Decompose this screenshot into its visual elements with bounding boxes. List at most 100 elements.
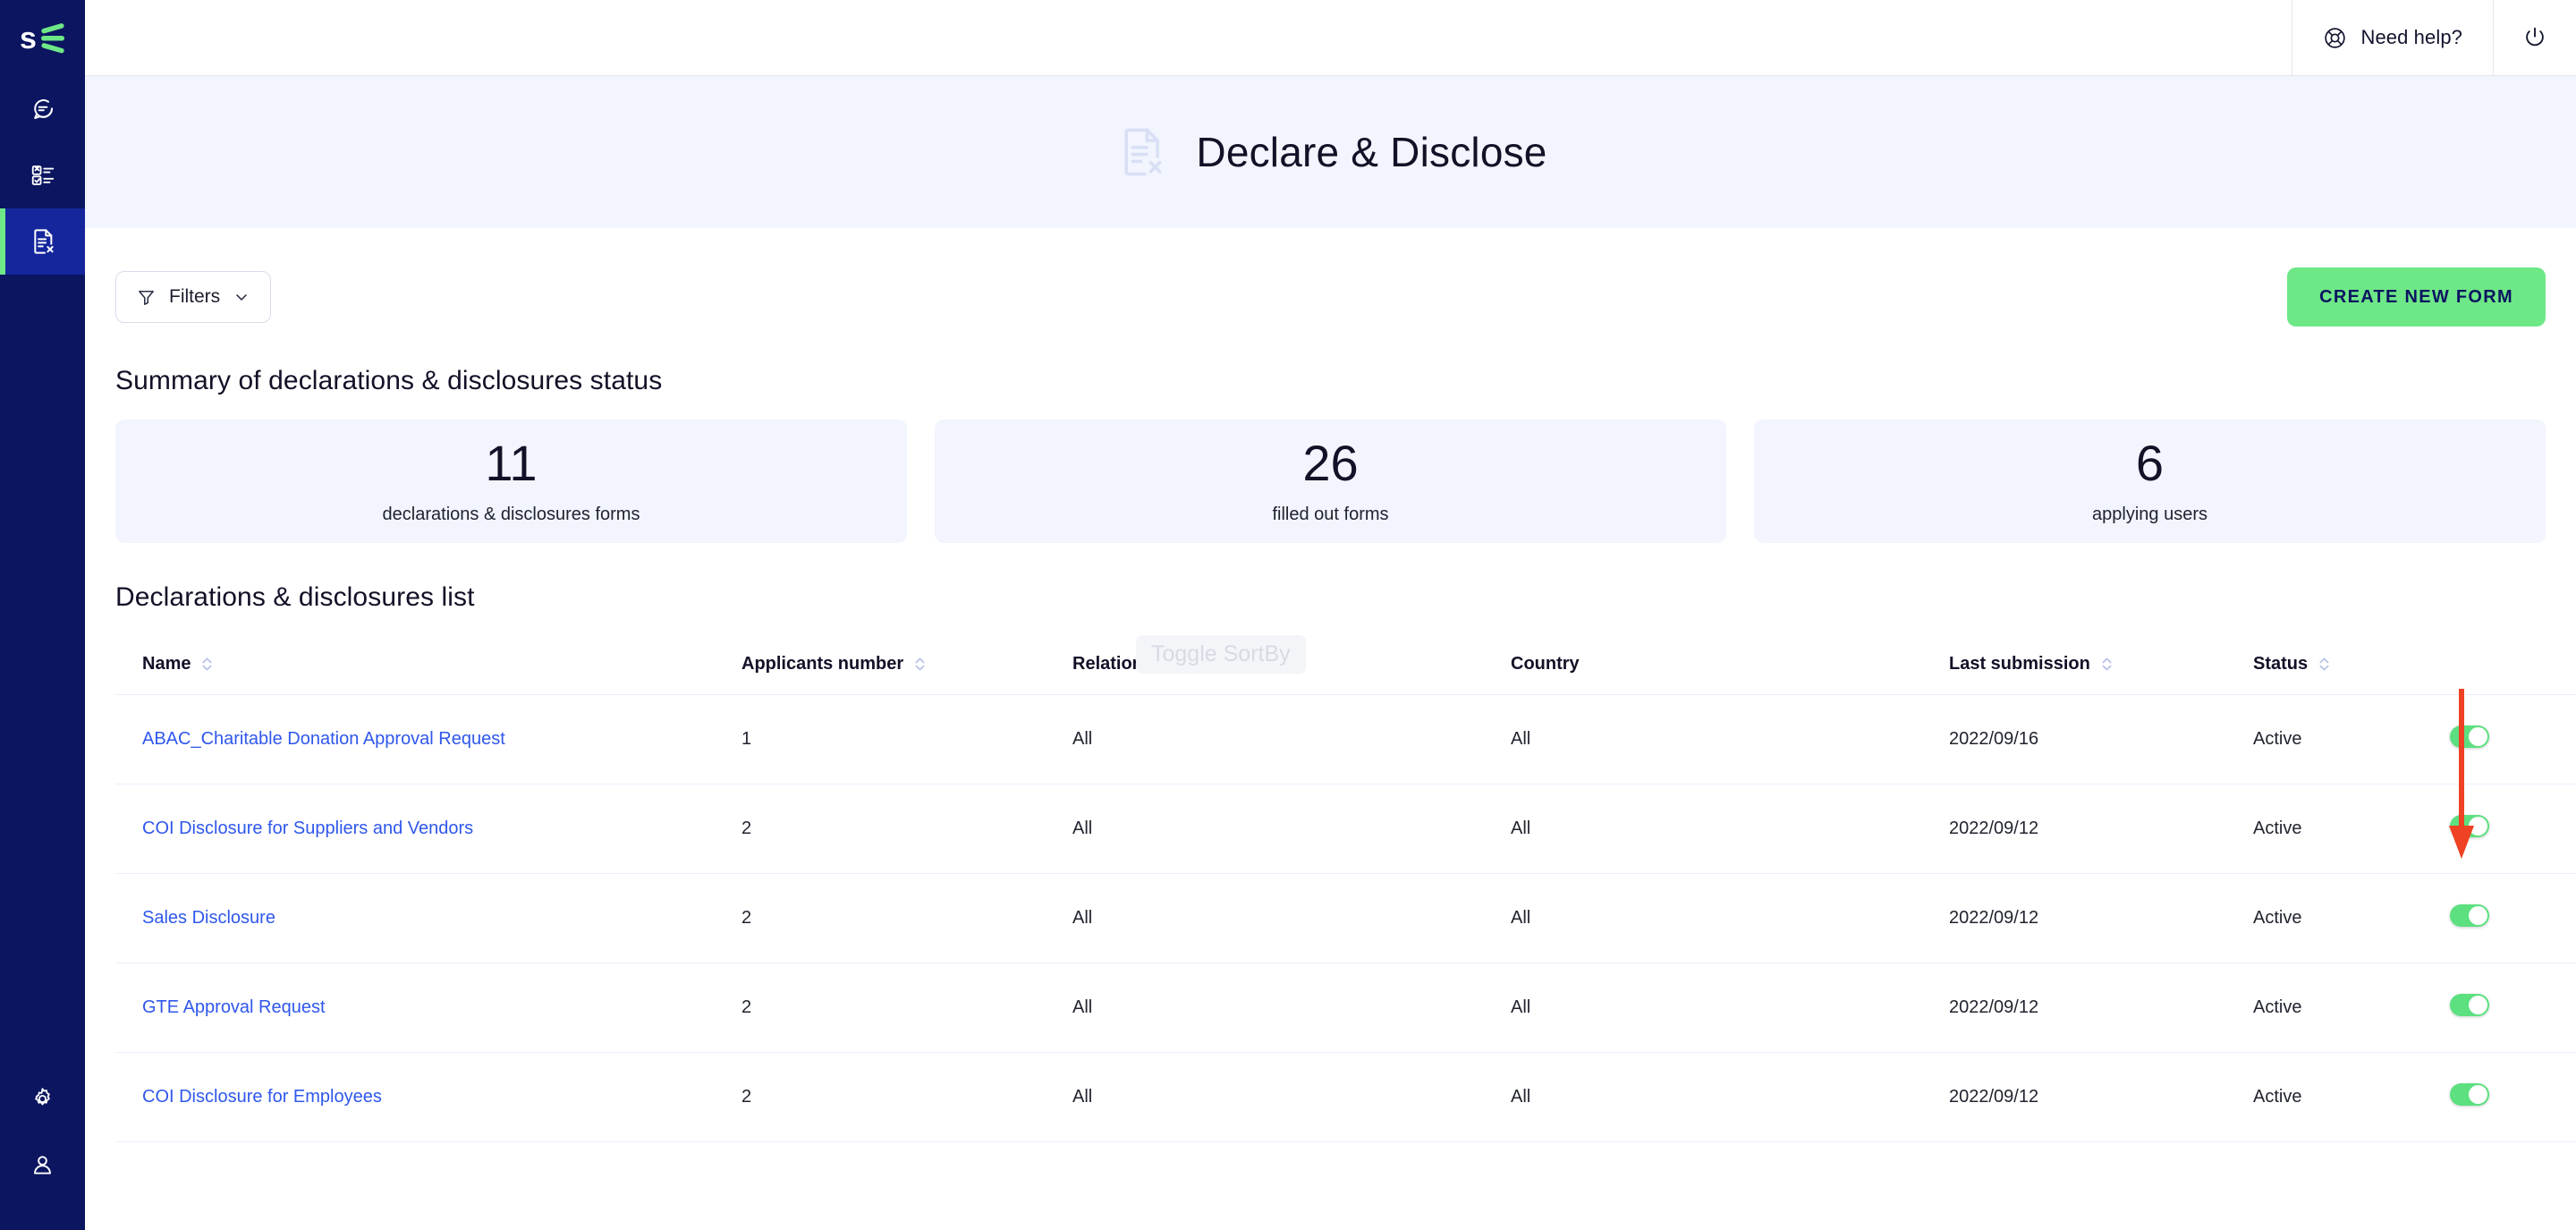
need-help-button[interactable]: Need help? [2292, 0, 2493, 75]
table-row[interactable]: GTE Approval Request 2 All All 2022/09/1… [115, 963, 2576, 1053]
column-label: Country [1511, 654, 1580, 674]
status-toggle[interactable] [2450, 994, 2489, 1016]
form-link[interactable]: COI Disclosure for Employees [142, 1087, 382, 1107]
cell-status: Active [2253, 963, 2450, 1053]
column-header-enabled [2450, 654, 2576, 695]
gear-icon [35, 1087, 50, 1105]
sort-arrows-icon [202, 657, 213, 671]
cell-applicants: 2 [741, 1052, 1072, 1142]
cell-enabled-toggle[interactable] [2450, 1052, 2576, 1142]
need-help-label: Need help? [2360, 26, 2462, 48]
cell-enabled-toggle[interactable] [2450, 694, 2576, 785]
column-header-status[interactable]: Status [2253, 654, 2450, 695]
sidebar-nav-bottom [0, 1065, 85, 1230]
summary-card-caption: filled out forms [1272, 504, 1389, 524]
filters-button[interactable]: Filters [115, 271, 272, 323]
toggle-knob [2469, 727, 2487, 746]
table-row[interactable]: COI Disclosure for Suppliers and Vendors… [115, 784, 2576, 874]
toggle-knob [2469, 1085, 2487, 1104]
summary-card-value: 11 [485, 434, 538, 491]
column-label: Name [142, 654, 191, 674]
column-header-name[interactable]: Name [115, 654, 741, 695]
summary-card: 26 filled out forms [935, 420, 1726, 543]
power-button[interactable] [2494, 0, 2576, 75]
cell-country: All [1511, 873, 1949, 963]
sidebar-item-tasks[interactable] [0, 142, 85, 208]
page-title-band: Declare & Disclose [85, 76, 2576, 228]
declarations-table: Name Applicants number Relationship Coun… [115, 654, 2576, 1142]
document-x-icon [33, 229, 54, 254]
filters-label: Filters [169, 286, 221, 307]
checklist-icon [31, 165, 54, 185]
cell-applicants: 1 [741, 694, 1072, 785]
sidebar-item-messages[interactable] [0, 76, 85, 142]
column-label: Relationship [1072, 654, 1181, 674]
cell-status: Active [2253, 873, 2450, 963]
column-header-last-submission[interactable]: Last submission [1949, 654, 2253, 695]
form-link[interactable]: Sales Disclosure [142, 908, 275, 928]
cell-status: Active [2253, 694, 2450, 785]
column-label: Applicants number [741, 654, 904, 674]
cell-status: Active [2253, 784, 2450, 874]
cell-name[interactable]: GTE Approval Request [115, 963, 741, 1053]
form-link[interactable]: ABAC_Charitable Donation Approval Reques… [142, 729, 505, 749]
status-toggle[interactable] [2450, 725, 2489, 748]
cell-last-submission: 2022/09/12 [1949, 1052, 2253, 1142]
chat-bubble-icon [33, 99, 53, 119]
cell-enabled-toggle[interactable] [2450, 784, 2576, 874]
cell-relationship: All [1072, 694, 1511, 785]
cell-country: All [1511, 963, 1949, 1053]
toggle-knob [2469, 906, 2487, 925]
toggle-knob [2469, 996, 2487, 1014]
form-link[interactable]: COI Disclosure for Suppliers and Vendors [142, 819, 473, 838]
cell-applicants: 2 [741, 873, 1072, 963]
summary-card-value: 6 [2135, 434, 2165, 491]
cell-last-submission: 2022/09/16 [1949, 694, 2253, 785]
action-row: Filters CREATE NEW FORM [115, 228, 2546, 327]
table-row[interactable]: COI Disclosure for Employees 2 All All 2… [115, 1052, 2576, 1142]
status-toggle[interactable] [2450, 904, 2489, 927]
table-header-row: Name Applicants number Relationship Coun… [115, 654, 2576, 695]
sidebar-nav-top [0, 76, 85, 275]
create-new-form-button[interactable]: CREATE NEW FORM [2287, 267, 2546, 327]
cell-enabled-toggle[interactable] [2450, 963, 2576, 1053]
column-header-country: Country [1511, 654, 1949, 695]
funnel-icon [139, 290, 154, 305]
sidebar-item-account[interactable] [0, 1132, 85, 1198]
sort-arrows-icon [915, 657, 925, 671]
summary-section-title: Summary of declarations & disclosures st… [115, 366, 663, 395]
status-toggle[interactable] [2450, 815, 2489, 837]
table-row[interactable]: Sales Disclosure 2 All All 2022/09/12 Ac… [115, 873, 2576, 963]
cell-name[interactable]: COI Disclosure for Employees [115, 1052, 741, 1142]
column-label: Last submission [1949, 654, 2090, 674]
svg-text:s: s [20, 21, 37, 55]
sidebar-item-settings[interactable] [0, 1065, 85, 1132]
status-toggle[interactable] [2450, 1083, 2489, 1106]
table-head: Name Applicants number Relationship Coun… [115, 654, 2576, 695]
sidebar-item-declare[interactable] [0, 208, 85, 275]
cell-relationship: All [1072, 1052, 1511, 1142]
table-row[interactable]: ABAC_Charitable Donation Approval Reques… [115, 694, 2576, 785]
cell-enabled-toggle[interactable] [2450, 873, 2576, 963]
summary-card-value: 26 [1302, 434, 1359, 491]
brand-logo[interactable]: s [0, 0, 85, 76]
cell-name[interactable]: COI Disclosure for Suppliers and Vendors [115, 784, 741, 874]
cell-name[interactable]: ABAC_Charitable Donation Approval Reques… [115, 694, 741, 785]
summary-card-caption: declarations & disclosures forms [382, 504, 640, 524]
user-icon [34, 1155, 51, 1175]
cell-last-submission: 2022/09/12 [1949, 784, 2253, 874]
power-icon [2526, 27, 2544, 47]
cell-name[interactable]: Sales Disclosure [115, 873, 741, 963]
lifebuoy-icon [2325, 27, 2346, 48]
summary-card: 6 applying users [1754, 420, 2546, 543]
cell-relationship: All [1072, 873, 1511, 963]
chevron-down-icon [236, 294, 247, 301]
declarations-table-wrapper: Name Applicants number Relationship Coun… [115, 654, 2576, 1142]
cell-country: All [1511, 1052, 1949, 1142]
column-header-applicants-number[interactable]: Applicants number [741, 654, 1072, 695]
cell-country: All [1511, 694, 1949, 785]
summary-card: 11 declarations & disclosures forms [115, 420, 907, 543]
form-link[interactable]: GTE Approval Request [142, 997, 326, 1017]
toggle-knob [2469, 817, 2487, 836]
